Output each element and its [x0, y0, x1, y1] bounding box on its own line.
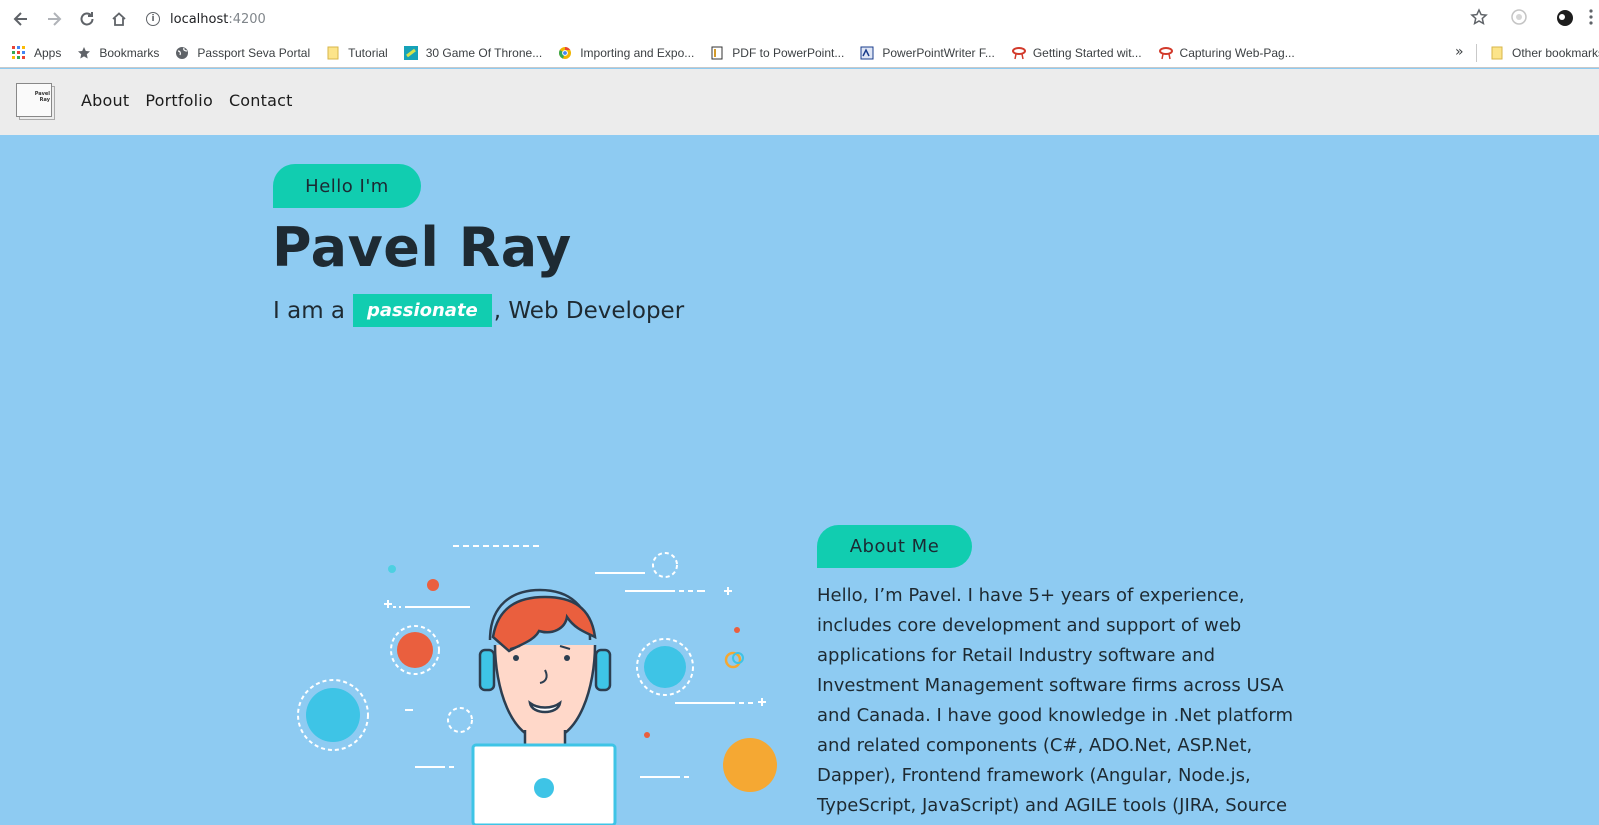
profile-icon[interactable]	[1555, 8, 1575, 28]
bookmark-passport-seva[interactable]: Passport Seva Portal	[175, 46, 310, 60]
home-icon[interactable]	[108, 8, 130, 30]
folder-icon	[1490, 46, 1504, 60]
bookmark-pdf-to-powerpoint[interactable]: PDF to PowerPoint...	[710, 46, 844, 60]
bookmark-label: Importing and Expo...	[580, 45, 695, 60]
hero-tagline: I am a passionate , Web Developer	[273, 294, 684, 327]
about-body: Hello, I’m Pavel. I have 5+ years of exp…	[817, 585, 1293, 816]
url-port: :4200	[228, 11, 266, 27]
bookmark-label: Apps	[34, 45, 62, 60]
ribbon-icon	[1011, 46, 1026, 60]
bookmark-capturing[interactable]: Capturing Web-Pag...	[1158, 46, 1295, 60]
about-me-badge: About Me	[817, 525, 972, 568]
star-icon	[77, 46, 91, 60]
bookmark-label: Capturing Web-Pag...	[1179, 45, 1295, 60]
document-icon	[860, 46, 874, 60]
reload-icon[interactable]	[76, 8, 98, 30]
bookmark-tutorial[interactable]: Tutorial	[326, 46, 388, 60]
globe-icon	[175, 46, 189, 60]
ribbon-icon	[1158, 46, 1173, 60]
bookmark-label: Bookmarks	[99, 45, 160, 60]
bookmark-game-of-thrones[interactable]: 30 Game Of Throne...	[403, 45, 543, 60]
bookmarks-divider	[1476, 44, 1477, 62]
nav-about[interactable]: About	[81, 91, 129, 110]
menu-icon[interactable]	[1588, 8, 1594, 26]
tagline-prefix: I am a	[273, 297, 345, 324]
site-navbar: Pavel Ray About Portfolio Contact	[0, 69, 1599, 135]
chrome-icon	[558, 46, 572, 60]
document-icon	[710, 46, 724, 60]
star-icon[interactable]	[1470, 8, 1488, 26]
other-bookmarks[interactable]: Other bookmarks	[1490, 38, 1599, 68]
bookmark-label: PDF to PowerPoint...	[732, 45, 845, 60]
bookmarks-overflow-button[interactable]: »	[1455, 44, 1464, 60]
forward-icon[interactable]	[43, 8, 65, 30]
logo-text: Pavel Ray	[34, 91, 50, 103]
bookmark-label: Tutorial	[348, 45, 388, 60]
apps-grid-icon	[12, 45, 26, 60]
bookmark-getting-started[interactable]: Getting Started wit...	[1011, 46, 1142, 60]
back-icon[interactable]	[10, 8, 32, 30]
tagline-highlight: passionate	[353, 294, 492, 327]
address-bar[interactable]: i localhost:4200	[146, 6, 266, 32]
nav-links: About Portfolio Contact	[81, 91, 309, 110]
hello-badge: Hello I'm	[273, 164, 421, 208]
url-host: localhost	[170, 11, 229, 27]
info-icon[interactable]: i	[146, 12, 160, 26]
bookmark-importing[interactable]: Importing and Expo...	[558, 46, 694, 60]
book-icon	[403, 45, 418, 60]
tagline-suffix: , Web Developer	[493, 297, 685, 324]
site-logo[interactable]: Pavel Ray	[16, 83, 56, 120]
bookmark-label: Getting Started wit...	[1032, 45, 1142, 60]
hero-name: Pavel Ray	[272, 216, 572, 279]
bookmark-label: PowerPointWriter F...	[882, 45, 995, 60]
bookmarks-bar: Apps Bookmarks Passport Seva Portal Tuto…	[0, 38, 1599, 68]
bookmark-powerpointwriter[interactable]: PowerPointWriter F...	[860, 45, 995, 60]
bookmark-label: 30 Game Of Throne...	[425, 45, 543, 60]
nav-portfolio[interactable]: Portfolio	[145, 91, 213, 110]
bookmark-apps[interactable]: Apps	[12, 45, 62, 60]
nav-contact[interactable]: Contact	[229, 91, 293, 110]
developer-illustration	[295, 545, 790, 825]
other-bookmarks-label: Other bookmarks	[1512, 46, 1599, 60]
bookmark-label: Passport Seva Portal	[197, 45, 311, 60]
bookmark-bookmarks[interactable]: Bookmarks	[77, 46, 159, 60]
browser-toolbar: i localhost:4200	[0, 0, 1599, 38]
extension-icon[interactable]	[1510, 8, 1528, 26]
folder-icon	[326, 46, 340, 60]
